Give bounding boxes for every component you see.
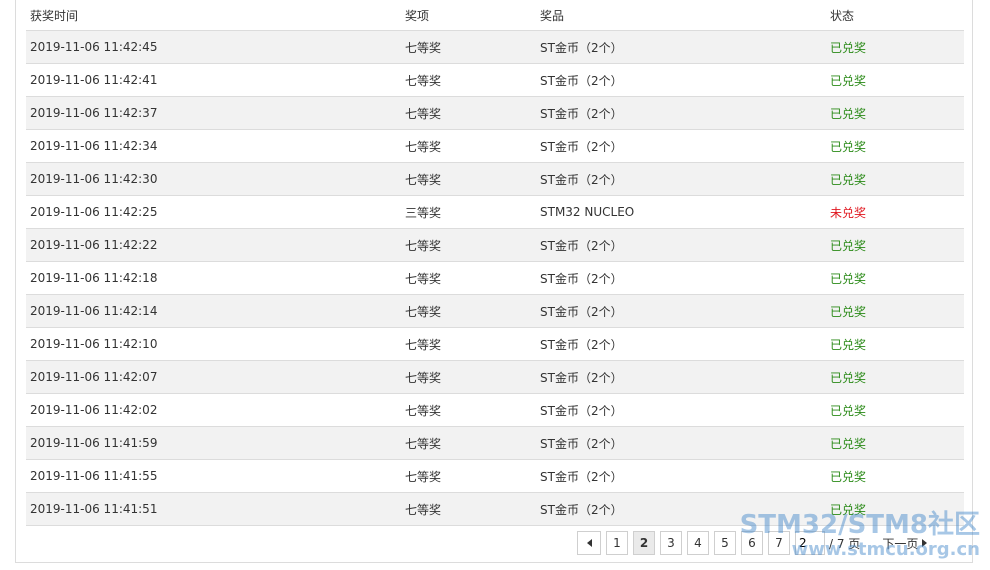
row-status: 已兑奖 (830, 304, 867, 319)
row-time: 2019-11-06 11:41:55 (30, 469, 158, 483)
row-time: 2019-11-06 11:42:14 (30, 304, 158, 318)
row-status: 已兑奖 (830, 106, 867, 121)
row-time: 2019-11-06 11:42:37 (30, 106, 158, 120)
row-prize: ST金币（2个） (540, 403, 623, 418)
row-prize-level: 七等奖 (405, 73, 442, 88)
row-time: 2019-11-06 11:42:07 (30, 370, 158, 384)
row-time: 2019-11-06 11:42:10 (30, 337, 158, 351)
row-time: 2019-11-06 11:42:18 (30, 271, 158, 285)
table-row: 2019-11-06 11:42:22 七等奖 ST金币（2个） 已兑奖 (26, 229, 964, 262)
row-prize-level: 七等奖 (405, 469, 442, 484)
row-prize-level: 七等奖 (405, 172, 442, 187)
table-row: 2019-11-06 11:42:07 七等奖 ST金币（2个） 已兑奖 (26, 361, 964, 394)
row-prize-level: 七等奖 (405, 106, 442, 121)
table-row: 2019-11-06 11:41:59 七等奖 ST金币（2个） 已兑奖 (26, 427, 964, 460)
row-time: 2019-11-06 11:41:51 (30, 502, 158, 516)
row-prize-level: 三等奖 (405, 205, 442, 220)
row-status: 已兑奖 (830, 40, 867, 55)
row-status: 已兑奖 (830, 337, 867, 352)
row-prize-level: 七等奖 (405, 502, 442, 517)
header-status: 状态 (830, 8, 855, 23)
page-button-1[interactable]: 1 (606, 531, 628, 555)
page-button-3[interactable]: 3 (660, 531, 682, 555)
row-status: 已兑奖 (830, 370, 867, 385)
table-row: 2019-11-06 11:42:37 七等奖 ST金币（2个） 已兑奖 (26, 97, 964, 130)
prize-record-table: 获奖时间 奖项 奖品 状态 2019-11-06 11:42:45 七等奖 ST金币… (26, 0, 964, 526)
row-time: 2019-11-06 11:42:22 (30, 238, 158, 252)
table-row: 2019-11-06 11:42:10 七等奖 ST金币（2个） 已兑奖 (26, 328, 964, 361)
row-time: 2019-11-06 11:42:41 (30, 73, 158, 87)
row-time: 2019-11-06 11:42:25 (30, 205, 158, 219)
row-time: 2019-11-06 11:42:45 (30, 40, 158, 54)
row-prize-level: 七等奖 (405, 304, 442, 319)
table-row: 2019-11-06 11:41:55 七等奖 ST金币（2个） 已兑奖 (26, 460, 964, 493)
row-prize-level: 七等奖 (405, 238, 442, 253)
row-time: 2019-11-06 11:41:59 (30, 436, 158, 450)
row-prize-level: 七等奖 (405, 403, 442, 418)
row-prize: ST金币（2个） (540, 40, 623, 55)
page-button-5[interactable]: 5 (714, 531, 736, 555)
row-prize: ST金币（2个） (540, 106, 623, 121)
triangle-left-icon (586, 539, 592, 547)
row-prize: ST金币（2个） (540, 370, 623, 385)
row-prize: ST金币（2个） (540, 502, 623, 517)
header-time: 获奖时间 (30, 8, 79, 23)
row-prize: ST金币（2个） (540, 337, 623, 352)
table-row: 2019-11-06 11:42:14 七等奖 ST金币（2个） 已兑奖 (26, 295, 964, 328)
table-row: 2019-11-06 11:42:30 七等奖 ST金币（2个） 已兑奖 (26, 163, 964, 196)
table-row: 2019-11-06 11:42:02 七等奖 ST金币（2个） 已兑奖 (26, 394, 964, 427)
row-time: 2019-11-06 11:42:34 (30, 139, 158, 153)
row-time: 2019-11-06 11:42:30 (30, 172, 158, 186)
table-header: 获奖时间 奖项 奖品 状态 (26, 0, 964, 31)
row-status: 未兑奖 (830, 205, 867, 220)
row-time: 2019-11-06 11:42:02 (30, 403, 158, 417)
table-row: 2019-11-06 11:42:41 七等奖 ST金币（2个） 已兑奖 (26, 64, 964, 97)
row-status: 已兑奖 (830, 139, 867, 154)
row-prize: ST金币（2个） (540, 238, 623, 253)
watermark-title: STM32/STM8社区 (739, 510, 980, 540)
row-prize: ST金币（2个） (540, 172, 623, 187)
row-prize: ST金币（2个） (540, 469, 623, 484)
row-status: 已兑奖 (830, 238, 867, 253)
page-button-4[interactable]: 4 (687, 531, 709, 555)
row-prize: STM32 NUCLEO (540, 205, 635, 219)
row-prize-level: 七等奖 (405, 436, 442, 451)
row-status: 已兑奖 (830, 73, 867, 88)
table-row: 2019-11-06 11:42:18 七等奖 ST金币（2个） 已兑奖 (26, 262, 964, 295)
site-watermark: STM32/STM8社区 www.stmcu.org.cn (740, 510, 980, 560)
header-prize-level: 奖项 (405, 8, 430, 23)
row-prize-level: 七等奖 (405, 139, 442, 154)
row-prize-level: 七等奖 (405, 271, 442, 286)
row-prize-level: 七等奖 (405, 370, 442, 385)
table-body: 2019-11-06 11:42:45 七等奖 ST金币（2个） 已兑奖 2019-11… (26, 31, 964, 526)
prev-page-button[interactable] (577, 531, 601, 555)
row-status: 已兑奖 (830, 403, 867, 418)
row-prize: ST金币（2个） (540, 436, 623, 451)
row-prize: ST金币（2个） (540, 139, 623, 154)
row-status: 已兑奖 (830, 436, 867, 451)
row-prize: ST金币（2个） (540, 271, 623, 286)
table-row: 2019-11-06 11:42:34 七等奖 ST金币（2个） 已兑奖 (26, 130, 964, 163)
table-row: 2019-11-06 11:42:25 三等奖 STM32 NUCLEO 未兑奖 (26, 196, 964, 229)
page-button-2[interactable]: 2 (633, 531, 655, 555)
row-prize-level: 七等奖 (405, 337, 442, 352)
row-status: 已兑奖 (830, 271, 867, 286)
row-prize: ST金币（2个） (540, 73, 623, 88)
watermark-url: www.stmcu.org.cn (791, 539, 980, 560)
row-prize: ST金币（2个） (540, 304, 623, 319)
row-prize-level: 七等奖 (405, 40, 442, 55)
header-prize: 奖品 (540, 8, 565, 23)
row-status: 已兑奖 (830, 469, 867, 484)
table-row: 2019-11-06 11:42:45 七等奖 ST金币（2个） 已兑奖 (26, 31, 964, 64)
row-status: 已兑奖 (830, 172, 867, 187)
